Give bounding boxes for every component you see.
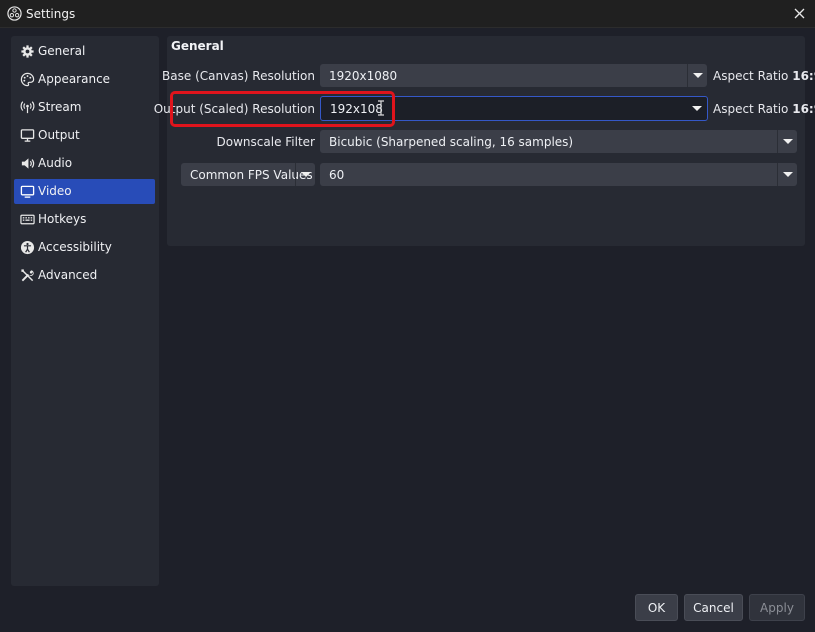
- speaker-icon: [21, 158, 35, 169]
- chevron-down-icon[interactable]: [687, 64, 707, 87]
- obs-logo-icon: [7, 6, 22, 21]
- ok-button[interactable]: OK: [635, 594, 678, 621]
- sidebar-item-label: Video: [38, 184, 72, 198]
- chevron-down-icon[interactable]: [777, 163, 797, 186]
- sidebar-item-accessibility[interactable]: Accessibility: [14, 235, 155, 260]
- base-resolution-value: 1920x1080: [329, 69, 398, 83]
- window-title: Settings: [26, 7, 76, 21]
- section-title: General: [171, 39, 224, 53]
- fps-type-combobox[interactable]: Common FPS Values: [181, 163, 315, 186]
- sidebar-item-label: Accessibility: [38, 240, 112, 254]
- close-icon: [794, 8, 805, 19]
- chevron-down-icon[interactable]: [687, 97, 707, 120]
- sidebar-item-label: General: [38, 44, 86, 58]
- keyboard-icon: [20, 214, 35, 225]
- fps-value-combobox[interactable]: 60: [320, 163, 797, 186]
- base-aspect-ratio: Aspect Ratio 16:9: [713, 69, 815, 83]
- output-aspect-ratio: Aspect Ratio 16:9: [713, 102, 815, 116]
- sidebar-item-stream[interactable]: Stream: [14, 95, 155, 120]
- downscale-filter-value: Bicubic (Sharpened scaling, 16 samples): [329, 135, 574, 149]
- palette-icon: [20, 72, 35, 87]
- sidebar-item-hotkeys[interactable]: Hotkeys: [14, 207, 155, 232]
- sidebar-item-label: Audio: [38, 156, 73, 170]
- downscale-filter-label: Downscale Filter: [216, 135, 315, 149]
- base-resolution-combobox[interactable]: 1920x1080: [320, 64, 707, 87]
- display-icon: [20, 185, 35, 198]
- fps-value: 60: [329, 168, 345, 182]
- sidebar-item-label: Stream: [38, 100, 82, 114]
- cancel-button[interactable]: Cancel: [684, 594, 743, 621]
- downscale-filter-combobox[interactable]: Bicubic (Sharpened scaling, 16 samples): [320, 130, 797, 153]
- sidebar-item-label: Appearance: [38, 72, 111, 86]
- sidebar-item-audio[interactable]: Audio: [14, 151, 155, 176]
- base-resolution-label: Base (Canvas) Resolution: [162, 69, 315, 83]
- settings-sidebar: General Appearance Stream Output Audio V…: [11, 36, 159, 586]
- title-bar: Settings: [0, 0, 815, 28]
- sidebar-item-output[interactable]: Output: [14, 123, 155, 148]
- sidebar-item-label: Hotkeys: [38, 212, 87, 226]
- output-resolution-value: 192x108: [330, 102, 383, 116]
- output-resolution-label: Output (Scaled) Resolution: [153, 102, 315, 116]
- sidebar-item-label: Output: [38, 128, 80, 142]
- chevron-down-icon[interactable]: [777, 130, 797, 153]
- close-window-button[interactable]: [785, 0, 815, 28]
- sidebar-item-general[interactable]: General: [14, 39, 155, 64]
- sidebar-item-video[interactable]: Video: [14, 179, 155, 204]
- chevron-down-icon[interactable]: [295, 163, 315, 186]
- accessibility-icon: [20, 240, 35, 255]
- gear-icon: [21, 45, 34, 58]
- text-cursor-icon: [378, 100, 384, 116]
- monitor-output-icon: [20, 129, 35, 142]
- sidebar-item-label: Advanced: [38, 268, 98, 282]
- sidebar-item-advanced[interactable]: Advanced: [14, 263, 155, 288]
- apply-button[interactable]: Apply: [749, 594, 805, 621]
- tools-icon: [21, 269, 34, 282]
- sidebar-item-appearance[interactable]: Appearance: [14, 67, 155, 92]
- video-settings-panel: General Base (Canvas) Resolution 1920x10…: [154, 36, 815, 246]
- broadcast-icon: [20, 101, 35, 114]
